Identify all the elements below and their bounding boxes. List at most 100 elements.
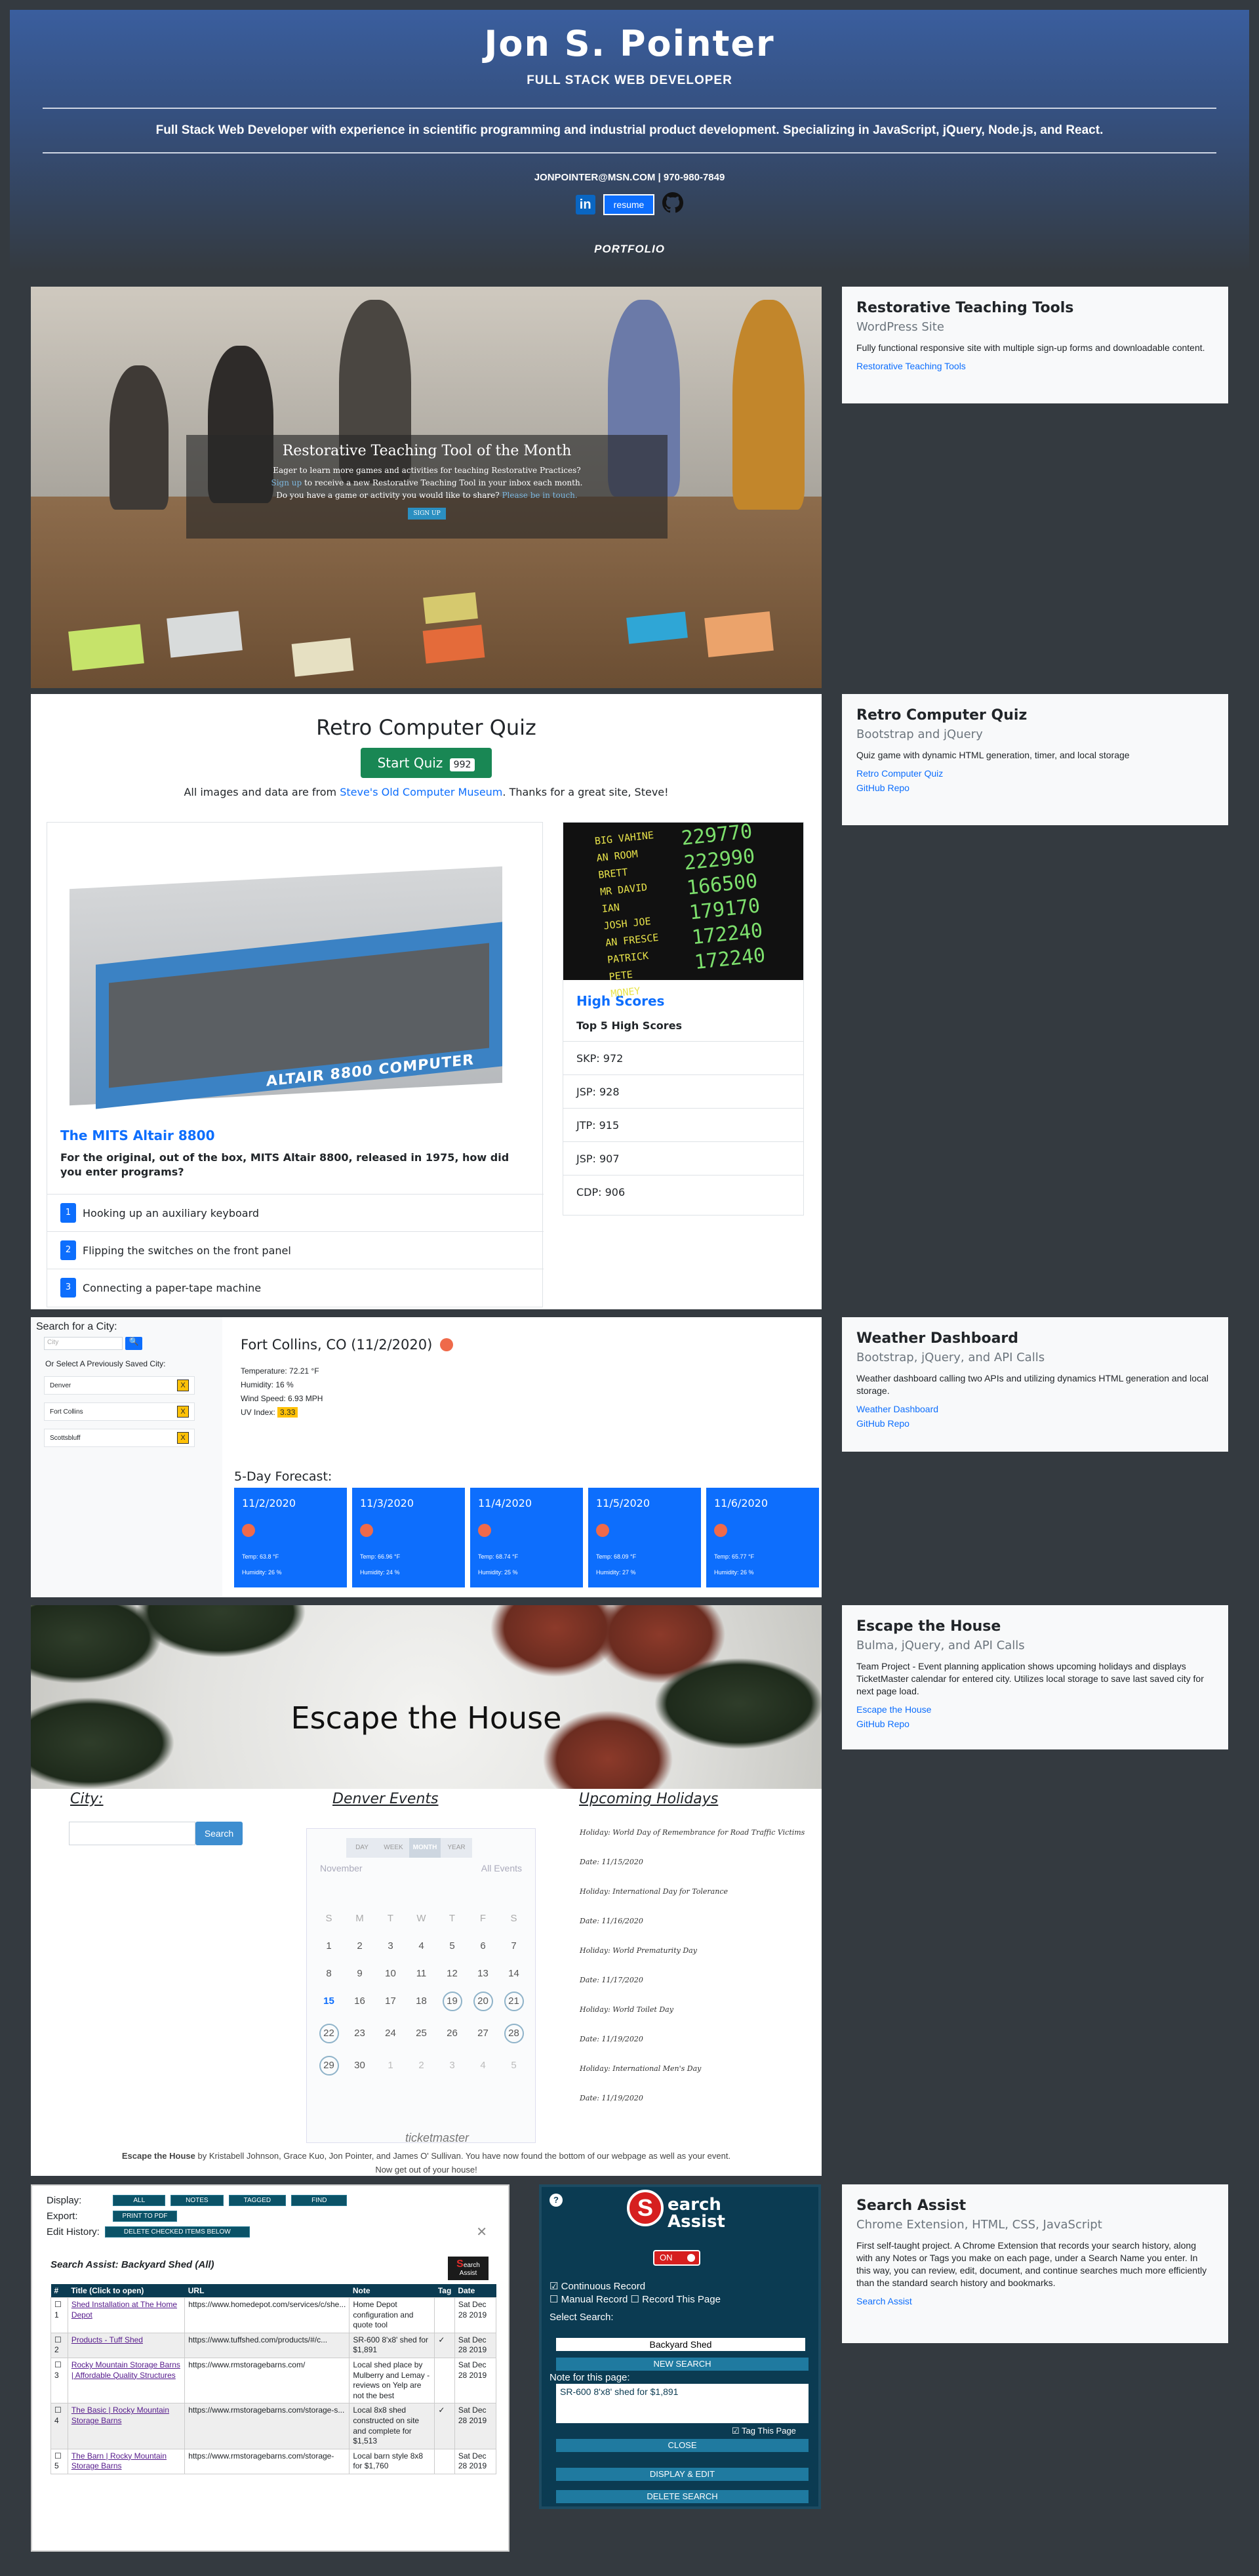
row-title-link[interactable]: Shed Installation at The Home Depot — [67, 2297, 186, 2333]
continuous-record-checkbox[interactable]: ☑ Continuous Record — [550, 2280, 645, 2292]
print-pdf-button[interactable]: PRINT TO PDF — [112, 2211, 178, 2222]
answer-option[interactable]: 3 Connecting a paper-tape machine — [47, 1269, 544, 1306]
cal-tab-month[interactable]: MONTH — [409, 1838, 441, 1858]
answer-option[interactable]: 1 Hooking up an auxiliary keyboard — [47, 1194, 544, 1231]
calendar-day[interactable]: 18 — [406, 1995, 437, 2011]
calendar-day[interactable]: 17 — [375, 1995, 406, 2011]
calendar-day[interactable]: 12 — [437, 1968, 468, 1979]
calendar-day[interactable]: 28 — [504, 2024, 524, 2043]
cal-tab-day[interactable]: DAY — [346, 1838, 378, 1858]
calendar-day[interactable]: 10 — [375, 1968, 406, 1979]
calendar-day[interactable]: 15 — [313, 1995, 344, 2011]
saved-city[interactable]: Scottsbluff X — [44, 1429, 195, 1447]
calendar-day[interactable]: 26 — [437, 2028, 468, 2043]
remove-city-button[interactable]: X — [177, 1406, 189, 1418]
project-live-link[interactable]: Weather Dashboard — [856, 1404, 1214, 1414]
help-icon[interactable]: ? — [550, 2194, 563, 2207]
calendar-day[interactable]: 7 — [498, 1940, 529, 1952]
filter-tagged-button[interactable]: TAGGED — [228, 2195, 287, 2206]
calendar-day[interactable]: 30 — [344, 2060, 375, 2075]
calendar-day[interactable]: 2 — [406, 2060, 437, 2075]
calendar-day[interactable]: 13 — [468, 1968, 498, 1979]
calendar-day[interactable]: 23 — [344, 2028, 375, 2043]
project-live-link[interactable]: Retro Computer Quiz — [856, 768, 1214, 779]
manual-record-checkbox[interactable]: ☐ Manual Record ☐ Record This Page — [550, 2293, 721, 2305]
city-search-input[interactable]: City — [44, 1337, 123, 1350]
search-assist-screenshot[interactable]: Display: ALL NOTES TAGGED FIND Export: P… — [31, 2184, 822, 2552]
signup-link[interactable]: Sign up — [271, 478, 302, 487]
delete-checked-button[interactable]: DELETE CHECKED ITEMS BELOW — [104, 2226, 250, 2238]
calendar-day[interactable]: 3 — [437, 2060, 468, 2075]
calendar-day[interactable]: 29 — [319, 2056, 339, 2075]
project-live-link[interactable]: Search Assist — [856, 2296, 1214, 2306]
event-filter-select[interactable]: All Events — [481, 1863, 522, 1873]
calendar-day[interactable]: 1 — [375, 2060, 406, 2075]
calendar-day[interactable]: 11 — [406, 1968, 437, 1979]
cal-tab-week[interactable]: WEEK — [378, 1838, 409, 1858]
museum-link[interactable]: Steve's Old Computer Museum — [340, 786, 502, 798]
answer-option[interactable]: 2 Flipping the switches on the front pane… — [47, 1231, 544, 1269]
row-title-link[interactable]: The Basic | Rocky Mountain Storage Barns — [67, 2403, 186, 2449]
calendar-day[interactable]: 3 — [375, 1940, 406, 1952]
filter-notes-button[interactable]: NOTES — [170, 2195, 224, 2206]
calendar-day[interactable]: 16 — [344, 1995, 375, 2011]
calendar-day[interactable]: 21 — [504, 1992, 524, 2011]
linkedin-icon[interactable]: in — [575, 194, 595, 215]
calendar-day[interactable]: 5 — [437, 1940, 468, 1952]
project-repo-link[interactable]: GitHub Repo — [856, 1719, 1214, 1729]
contact-link[interactable]: Please be in touch. — [502, 491, 577, 500]
project-repo-link[interactable]: GitHub Repo — [856, 783, 1214, 793]
city-input[interactable] — [69, 1822, 195, 1845]
calendar-day[interactable]: 2 — [344, 1940, 375, 1952]
search-button[interactable]: Search — [195, 1822, 243, 1845]
row-title-link[interactable]: The Barn | Rocky Mountain Storage Barns — [67, 2448, 186, 2474]
calendar-day[interactable]: 4 — [468, 2060, 498, 2075]
calendar-day[interactable]: 8 — [313, 1968, 344, 1979]
calendar-day[interactable]: 9 — [344, 1968, 375, 1979]
calendar-day[interactable]: 27 — [468, 2028, 498, 2043]
find-button[interactable]: FIND — [291, 2195, 348, 2206]
calendar-day[interactable]: 6 — [468, 1940, 498, 1952]
row-title-link[interactable]: Rocky Mountain Storage Barns | Affordabl… — [67, 2357, 186, 2404]
restorative-teaching-screenshot[interactable]: Restorative Teaching Tool of the Month E… — [31, 287, 822, 688]
weather-dashboard-screenshot[interactable]: Search for a City: City 🔍 Or Select A Pr… — [31, 1317, 822, 1597]
calendar-day[interactable]: 24 — [375, 2028, 406, 2043]
filter-all-button[interactable]: ALL — [113, 2195, 166, 2206]
row-title-link[interactable]: Products - Tuff Shed — [67, 2332, 186, 2358]
calendar-day[interactable]: 25 — [406, 2028, 437, 2043]
retro-quiz-screenshot[interactable]: Retro Computer Quiz Start Quiz 992 All i… — [31, 694, 822, 1309]
calendar-day[interactable]: 22 — [319, 2024, 339, 2043]
calendar-day[interactable]: 5 — [498, 2060, 529, 2075]
project-repo-link[interactable]: GitHub Repo — [856, 1418, 1214, 1429]
calendar-day[interactable]: 4 — [406, 1940, 437, 1952]
calendar-day[interactable]: 20 — [473, 1992, 493, 2011]
calendar-day[interactable]: 19 — [442, 1992, 462, 2011]
project-live-link[interactable]: Escape the House — [856, 1704, 1214, 1715]
project-live-link[interactable]: Restorative Teaching Tools — [856, 361, 1214, 371]
display-edit-button[interactable]: DISPLAY & EDIT — [556, 2468, 809, 2481]
close-icon[interactable]: ✕ — [476, 2224, 487, 2240]
note-textarea[interactable]: SR-600 8'x8' shed for $1,891 — [556, 2384, 809, 2423]
remove-city-button[interactable]: X — [177, 1432, 189, 1444]
saved-city[interactable]: Denver X — [44, 1376, 195, 1395]
month-select[interactable]: November — [320, 1863, 363, 1873]
close-button[interactable]: CLOSE — [556, 2439, 809, 2452]
new-search-button[interactable]: NEW SEARCH — [556, 2358, 809, 2371]
github-icon[interactable] — [662, 192, 684, 216]
search-select[interactable]: Backyard Shed — [556, 2338, 805, 2351]
remove-city-button[interactable]: X — [177, 1380, 189, 1391]
signup-button[interactable]: SIGN UP — [408, 507, 446, 520]
resume-button[interactable]: resume — [603, 194, 655, 215]
saved-city[interactable]: Fort Collins X — [44, 1402, 195, 1421]
calendar-day[interactable]: 1 — [313, 1940, 344, 1952]
cal-tab-year[interactable]: YEAR — [441, 1838, 472, 1858]
delete-search-button[interactable]: DELETE SEARCH — [556, 2490, 809, 2503]
table-row: ☐ 2 Products - Tuff Shed https://www.tuffs… — [50, 2332, 497, 2358]
search-icon[interactable]: 🔍 — [125, 1337, 142, 1350]
start-quiz-button[interactable]: Start Quiz 992 — [361, 748, 492, 778]
escape-house-screenshot[interactable]: Escape the House City: Denver Events Upc… — [31, 1605, 822, 2176]
calendar-day[interactable]: 14 — [498, 1968, 529, 1979]
record-toggle[interactable]: ON — [653, 2250, 700, 2266]
forecast-card: 11/2/2020 Temp: 63.8 °F Humidity: 26 % — [234, 1488, 347, 1587]
tag-checkbox[interactable]: ☑ Tag This Page — [732, 2426, 796, 2436]
